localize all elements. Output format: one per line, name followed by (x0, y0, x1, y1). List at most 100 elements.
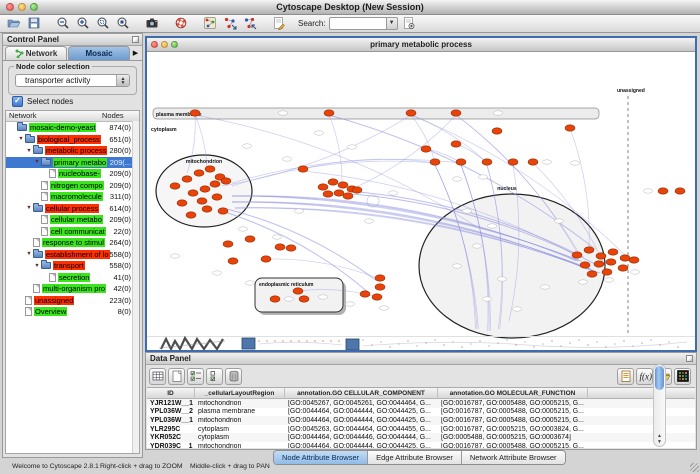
table-column-header[interactable]: annotation.GO MOLECULAR_FUNCTION (438, 388, 588, 398)
network-node[interactable] (228, 258, 238, 264)
network-node[interactable] (200, 186, 210, 192)
network-node[interactable] (221, 178, 231, 184)
search-dropdown-button[interactable]: ▼ (387, 17, 398, 30)
network-node[interactable] (218, 208, 228, 214)
network-node[interactable] (596, 253, 606, 259)
import-attributes-icon[interactable] (617, 368, 634, 385)
network-overview-icon[interactable] (201, 15, 218, 31)
select-attributes-icon[interactable] (187, 368, 204, 385)
zoom-fit-icon[interactable] (114, 15, 131, 31)
tree-row[interactable]: ▼biological_process651(0) (6, 134, 139, 146)
network-node[interactable] (508, 159, 518, 165)
minimize-button[interactable] (18, 3, 26, 11)
network-node[interactable] (188, 190, 198, 196)
network-tree-header[interactable]: Network Nodes (6, 111, 139, 122)
export-network-icon[interactable] (241, 15, 258, 31)
select-nodes-row[interactable]: ✓ Select nodes (12, 96, 73, 107)
network-node[interactable] (334, 190, 344, 196)
network-node[interactable] (338, 182, 348, 188)
network-node[interactable] (324, 110, 334, 116)
help-lifesaver-icon[interactable] (172, 15, 189, 31)
search-input[interactable] (329, 17, 387, 30)
network-node[interactable] (482, 159, 492, 165)
tab-network-attribute-browser[interactable]: Network Attribute Browser (462, 451, 565, 464)
search-options-icon[interactable] (401, 15, 418, 31)
network-node[interactable] (629, 257, 639, 263)
network-node[interactable] (197, 198, 207, 204)
network-node[interactable] (170, 183, 180, 189)
table-grid-icon[interactable] (149, 368, 166, 385)
snapshot-camera-icon[interactable] (143, 15, 160, 31)
attribute-table-header[interactable]: ID_cellularLayoutRegionannotation.GO CEL… (147, 388, 695, 399)
save-session-icon[interactable] (25, 15, 42, 31)
resize-grip[interactable] (690, 463, 699, 472)
tree-row[interactable]: multi-organism pro42(0) (6, 283, 139, 295)
tree-row[interactable]: ▼cellular process614(0) (6, 203, 139, 215)
network-node[interactable] (182, 176, 192, 182)
table-scrollbar-arrows[interactable]: ▲▼ (654, 433, 665, 445)
network-node[interactable] (565, 125, 575, 131)
zoom-out-icon[interactable] (54, 15, 71, 31)
network-node[interactable] (606, 259, 616, 265)
tree-row[interactable]: ▼metabolic process280(0) (6, 145, 139, 157)
network-node[interactable] (223, 241, 233, 247)
network-node[interactable] (261, 256, 271, 262)
network-node[interactable] (323, 191, 333, 197)
tree-row[interactable]: mosaic-demo-yeast874(0) (6, 122, 139, 134)
network-node[interactable] (587, 271, 597, 277)
select-nodes-checkbox[interactable]: ✓ (12, 96, 23, 107)
network-node[interactable] (212, 194, 222, 200)
tree-expander-icon[interactable]: ▼ (17, 136, 25, 142)
network-node[interactable] (451, 110, 461, 116)
network-node[interactable] (675, 188, 685, 194)
attribute-table-row[interactable]: YKR052Ccytoplasm[GO:0044464, GO:0044446,… (147, 433, 695, 442)
network-node[interactable] (343, 193, 353, 199)
network-canvas[interactable]: plasma membranecytoplasmmitochondrionnuc… (147, 51, 695, 350)
network-node[interactable] (186, 212, 196, 218)
tree-row[interactable]: unassigned223(0) (6, 295, 139, 307)
attribute-table-row[interactable]: YPL036W__2plasma membrane[GO:0044464, GO… (147, 408, 695, 417)
unselect-attributes-icon[interactable] (206, 368, 223, 385)
network-node[interactable] (451, 141, 461, 147)
zoom-selected-icon[interactable] (94, 15, 111, 31)
network-node[interactable] (528, 159, 538, 165)
network-node[interactable] (375, 284, 385, 290)
network-node[interactable] (299, 296, 309, 302)
network-node[interactable] (584, 247, 594, 253)
network-node[interactable] (456, 159, 466, 165)
network-node[interactable] (658, 188, 668, 194)
tree-expander-icon[interactable]: ▼ (33, 263, 41, 269)
tree-scrollbar[interactable] (132, 121, 139, 453)
import-network-icon[interactable] (221, 15, 238, 31)
tree-expander-icon[interactable]: ▼ (25, 205, 33, 211)
tab-node-attribute-browser[interactable]: Node Attribute Browser (274, 451, 368, 464)
network-node[interactable] (270, 296, 280, 302)
network-node[interactable] (430, 159, 440, 165)
network-node[interactable] (286, 245, 296, 251)
float-data-panel-icon[interactable] (686, 355, 693, 362)
network-node[interactable] (372, 294, 382, 300)
attribute-table-row[interactable]: YLR295Ccytoplasm[GO:0045263, GO:0044464,… (147, 425, 695, 434)
zoom-window-button[interactable] (30, 3, 38, 11)
network-node[interactable] (275, 244, 285, 250)
tree-row[interactable]: secretion41(0) (6, 272, 139, 284)
close-button[interactable] (6, 3, 14, 11)
table-scrollbar[interactable]: ▲▼ (653, 364, 666, 447)
float-panel-icon[interactable] (132, 36, 139, 43)
network-node[interactable] (210, 181, 220, 187)
network-node[interactable] (406, 110, 416, 116)
view-zoom-button[interactable] (171, 41, 178, 48)
tab-overflow-arrow[interactable]: ▶ (131, 47, 140, 60)
tab-mosaic[interactable]: Mosaic (68, 46, 130, 60)
tree-row[interactable]: ▼transport558(0) (6, 260, 139, 272)
tree-row[interactable]: cellular metabo209(0) (6, 214, 139, 226)
table-column-header[interactable]: _cellularLayoutRegion (195, 388, 285, 398)
network-node[interactable] (618, 265, 628, 271)
tree-row[interactable]: nitrogen compo209(0) (6, 180, 139, 192)
tree-row[interactable]: Overview8(0) (6, 306, 139, 318)
network-node[interactable] (328, 179, 338, 185)
tree-row[interactable]: cell communicat22(0) (6, 226, 139, 238)
tree-row[interactable]: nucleobase-209(0) (6, 168, 139, 180)
network-node[interactable] (572, 252, 582, 258)
network-node[interactable] (245, 236, 255, 242)
